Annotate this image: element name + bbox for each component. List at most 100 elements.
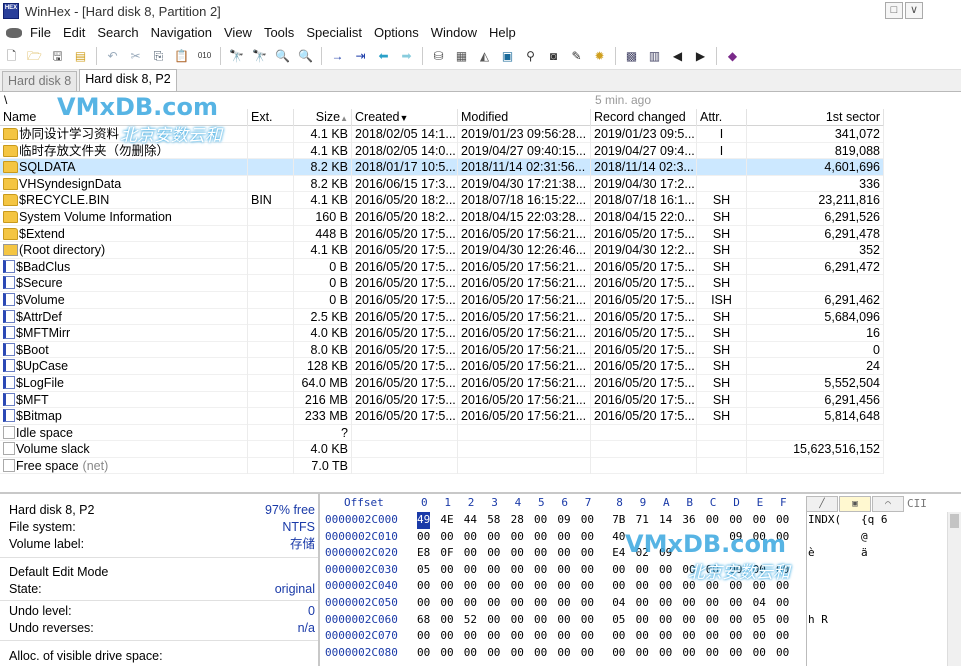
file-row[interactable]: Volume slack 4.0 KB 15,623,516,152 [0, 441, 884, 458]
hex-byte[interactable]: 00 [776, 512, 789, 529]
text-pane-tab[interactable]: ⌒ [872, 496, 904, 512]
hex-byte[interactable]: 00 [776, 612, 789, 629]
file-row[interactable]: $Extend 448 B 2016/05/20 17:5... 2016/05/20… [0, 225, 884, 243]
menu-window[interactable]: Window [425, 22, 483, 43]
menu-options[interactable]: Options [368, 22, 425, 43]
hex-byte[interactable]: 00 [581, 578, 594, 595]
hex-text[interactable] [808, 645, 943, 662]
hex-byte[interactable]: 00 [534, 645, 547, 662]
file-row[interactable]: $UpCase 128 KB 2016/05/20 17:5... 2016/05/2… [0, 358, 884, 375]
hex-byte[interactable]: 00 [511, 545, 524, 562]
hex-byte[interactable]: 71 [636, 512, 649, 529]
hex-byte[interactable]: 00 [534, 529, 547, 546]
hex-byte[interactable]: 00 [612, 628, 625, 645]
col-first-sector[interactable]: 1st sector [747, 109, 884, 126]
file-row[interactable]: Free space (net) 7.0 TB [0, 457, 884, 475]
hex-byte[interactable]: 00 [706, 612, 719, 629]
hex-text[interactable]: INDX( {q 6 [808, 512, 943, 529]
hex-byte[interactable]: 00 [636, 628, 649, 645]
hex-byte[interactable]: 00 [440, 645, 453, 662]
open-icon[interactable]: 🗁 [26, 47, 44, 65]
hex-text[interactable] [808, 595, 943, 612]
hex-byte[interactable]: 00 [682, 612, 695, 629]
hex-byte[interactable]: 4E [440, 512, 453, 529]
hex-byte[interactable]: 00 [729, 595, 742, 612]
disk-icon[interactable]: ⛁ [430, 47, 448, 65]
dropdown-button[interactable]: ∨ [905, 2, 923, 19]
hex-byte[interactable]: 00 [440, 578, 453, 595]
hex-byte[interactable]: 00 [581, 612, 594, 629]
hex-byte[interactable]: 00 [729, 612, 742, 629]
hex-byte[interactable]: 00 [534, 612, 547, 629]
menu-search[interactable]: Search [91, 22, 144, 43]
hex-byte[interactable]: 00 [581, 628, 594, 645]
hex-byte[interactable]: 00 [557, 645, 570, 662]
table-icon[interactable]: ▩ [623, 47, 641, 65]
goto-offset-icon[interactable]: → [329, 47, 347, 65]
text-pane-tab[interactable]: ╱ [806, 496, 838, 512]
file-row[interactable]: $Volume 0 B 2016/05/20 17:5... 2016/05/20 1… [0, 291, 884, 309]
cut-icon[interactable]: ✂ [127, 47, 145, 65]
file-row[interactable]: SQLDATA 8.2 KB 2018/01/17 10:5... 2018/11/1… [0, 159, 884, 176]
hex-byte[interactable]: 00 [557, 562, 570, 579]
hex-byte[interactable]: 00 [581, 562, 594, 579]
hex-byte[interactable]: 00 [581, 545, 594, 562]
hex-text[interactable] [808, 578, 943, 595]
goto-sector-icon[interactable]: ⇥ [352, 47, 370, 65]
menu-edit[interactable]: Edit [57, 22, 91, 43]
hex-byte[interactable]: 44 [464, 512, 477, 529]
hex-byte[interactable]: 00 [581, 529, 594, 546]
hex-byte[interactable]: 00 [511, 529, 524, 546]
hex-byte[interactable]: 05 [612, 612, 625, 629]
hex-scrollbar-thumb[interactable] [950, 514, 959, 528]
hex-byte[interactable]: 00 [417, 645, 430, 662]
hex-byte[interactable]: 00 [487, 628, 500, 645]
col-record-changed[interactable]: Record changed [591, 109, 697, 126]
menu-navigation[interactable]: Navigation [145, 22, 218, 43]
menu-view[interactable]: View [218, 22, 258, 43]
file-row[interactable]: $Bitmap 233 MB 2016/05/20 17:5... 2016/05/2… [0, 408, 884, 425]
help-icon[interactable]: ◆ [724, 47, 742, 65]
hex-byte[interactable]: 00 [682, 595, 695, 612]
hex-byte[interactable]: 00 [753, 645, 766, 662]
gallery-icon[interactable]: ◙ [545, 47, 563, 65]
hex-byte[interactable]: 00 [729, 512, 742, 529]
file-row[interactable]: System Volume Information 160 B 2016/05/20… [0, 208, 884, 226]
hex-byte[interactable]: 00 [440, 612, 453, 629]
replace-hex-icon[interactable]: 🔍 [297, 47, 315, 65]
hex-byte[interactable]: 00 [636, 562, 649, 579]
hex-byte[interactable]: 05 [417, 562, 430, 579]
hex-byte[interactable]: E4 [612, 545, 625, 562]
hex-byte[interactable]: 00 [776, 628, 789, 645]
next-icon[interactable]: ▶ [692, 47, 710, 65]
hex-byte[interactable]: 00 [487, 578, 500, 595]
hex-byte[interactable]: 00 [706, 595, 719, 612]
hex-byte[interactable]: 00 [487, 562, 500, 579]
hex-byte[interactable]: 00 [659, 562, 672, 579]
hex-byte[interactable]: 00 [417, 578, 430, 595]
hex-byte[interactable]: 09 [557, 512, 570, 529]
menu-help[interactable]: Help [483, 22, 522, 43]
hex-byte[interactable]: 00 [487, 645, 500, 662]
hex-byte[interactable]: 00 [511, 612, 524, 629]
hex-byte[interactable]: 00 [534, 562, 547, 579]
hex-byte[interactable]: 00 [659, 595, 672, 612]
file-row[interactable]: $AttrDef 2.5 KB 2016/05/20 17:5... 2016/05/… [0, 308, 884, 326]
copy-icon[interactable]: ⎘ [150, 47, 168, 65]
menu-file[interactable]: File [24, 22, 57, 43]
hex-byte[interactable]: 00 [636, 645, 649, 662]
hex-byte[interactable]: 00 [464, 545, 477, 562]
text-pane-tab[interactable]: ▣ [839, 496, 871, 512]
search-files-icon[interactable]: ⚲ [522, 47, 540, 65]
hex-byte[interactable]: 00 [440, 562, 453, 579]
hex-byte[interactable]: 00 [440, 628, 453, 645]
hex-byte[interactable]: E8 [417, 545, 430, 562]
hex-byte[interactable]: 00 [464, 645, 477, 662]
col-attr[interactable]: Attr. [697, 109, 747, 126]
file-row[interactable]: $RECYCLE.BIN BIN 4.1 KB 2016/05/20 18:2... 2… [0, 192, 884, 209]
menu-tools[interactable]: Tools [258, 22, 300, 43]
hex-byte[interactable]: 00 [581, 595, 594, 612]
hex-byte[interactable]: 00 [636, 612, 649, 629]
calculator-icon[interactable]: ▣ [499, 47, 517, 65]
hex-byte[interactable]: 00 [487, 612, 500, 629]
